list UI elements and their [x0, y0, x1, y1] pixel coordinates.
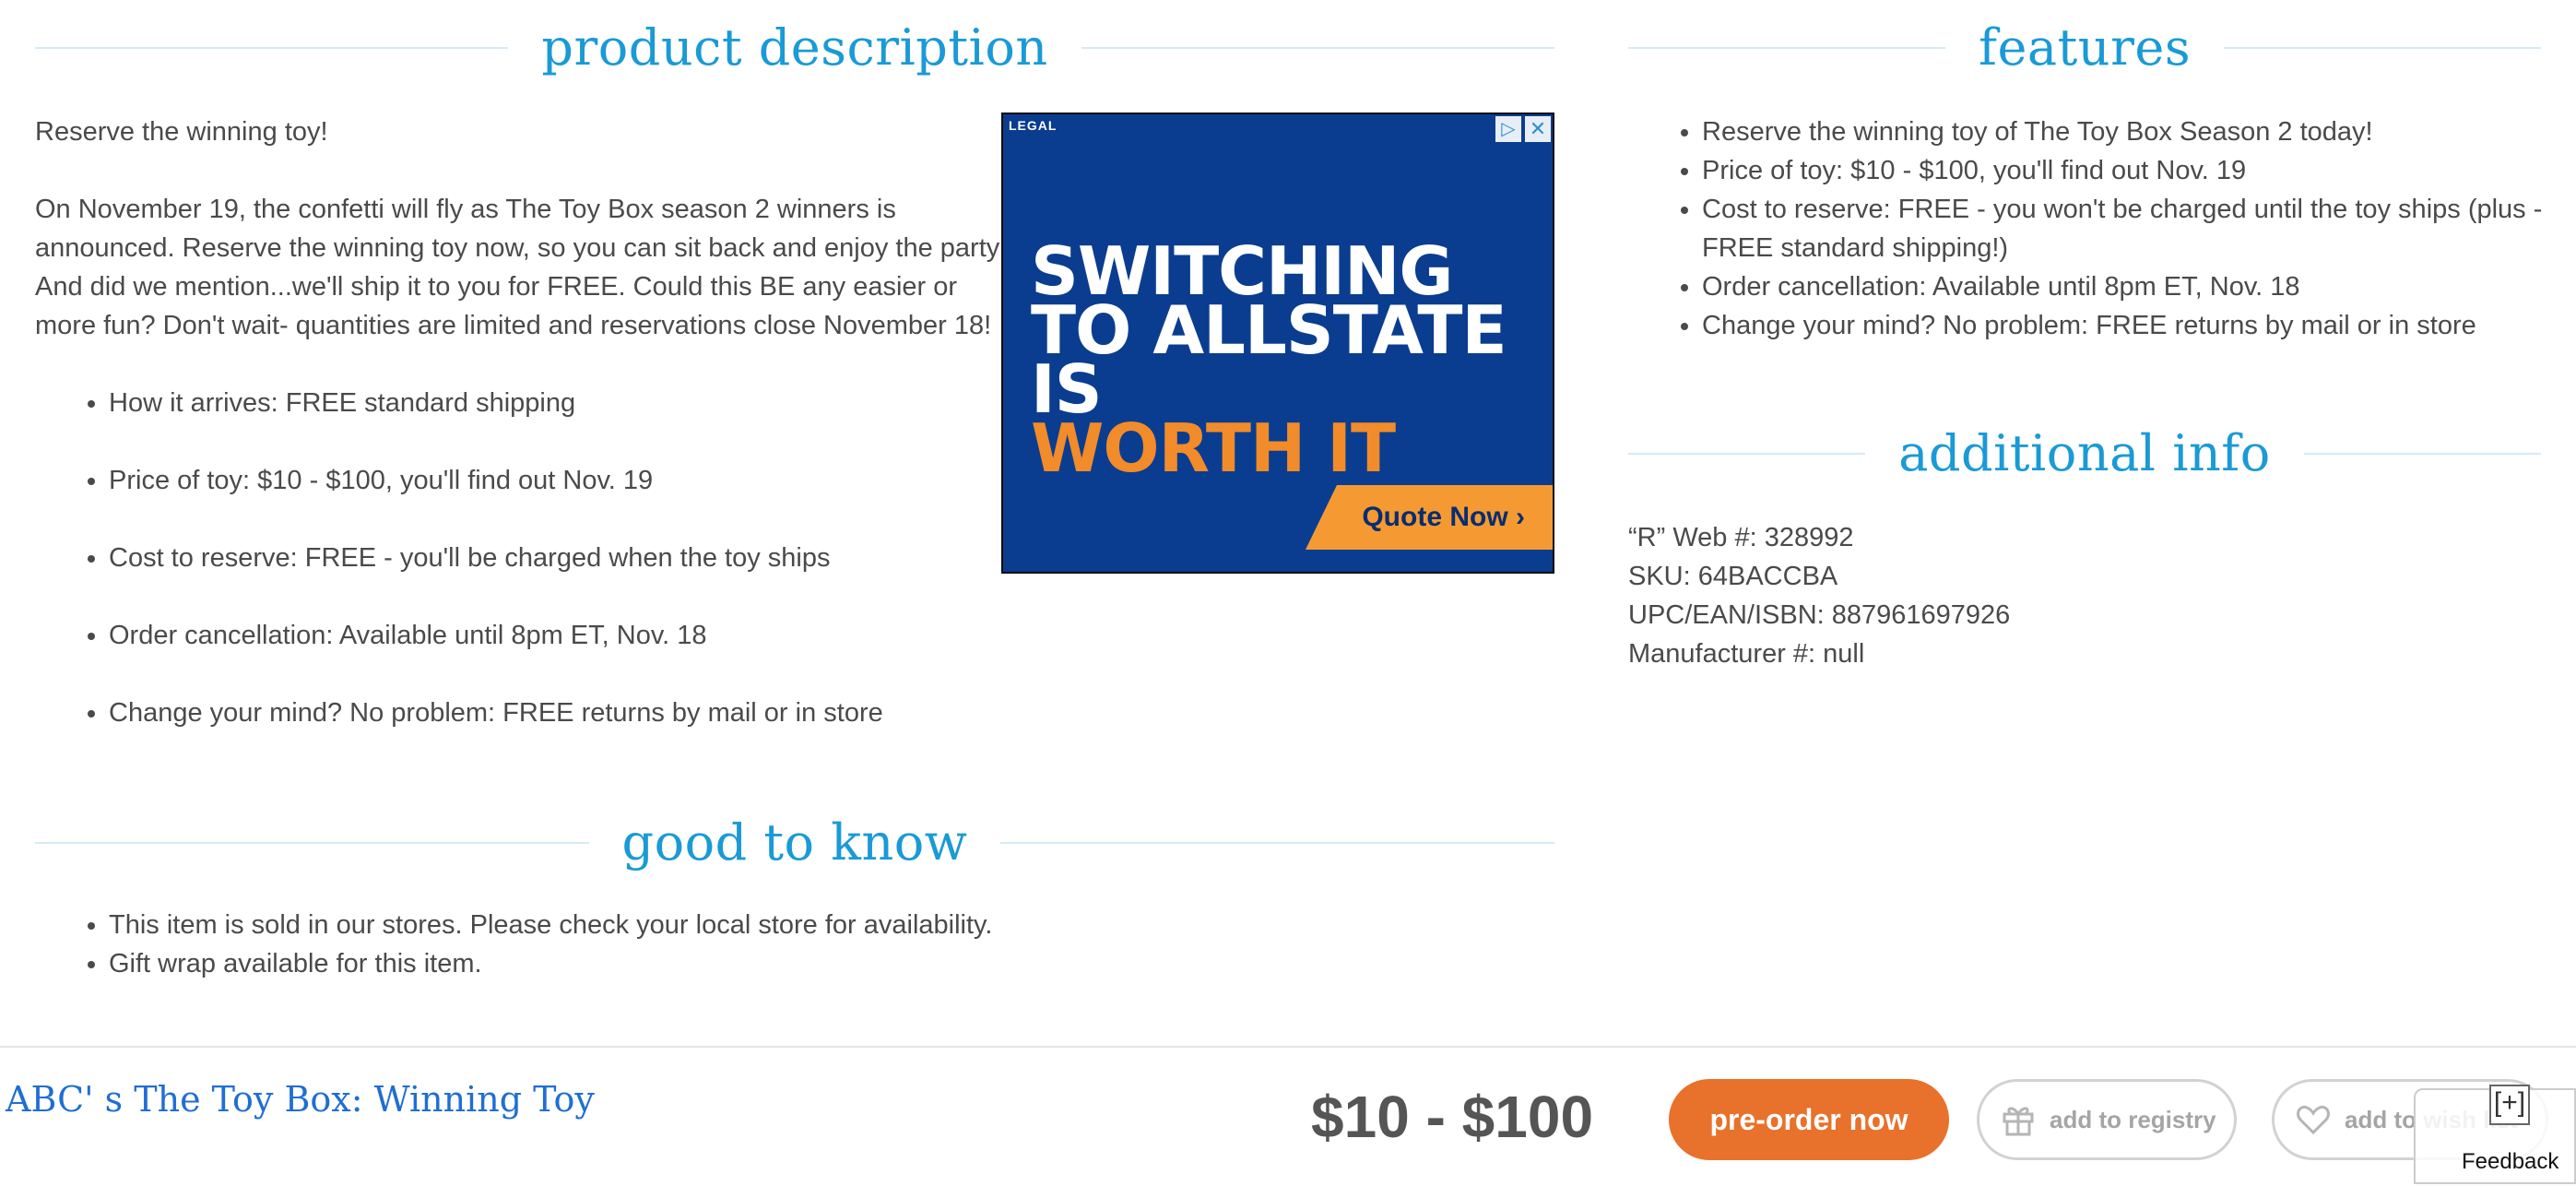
list-item: How it arrives: FREE standard shipping: [109, 384, 883, 422]
features-list: Reserve the winning toy of The Toy Box S…: [1628, 113, 2576, 345]
heading-rule-left: [1628, 452, 1866, 455]
list-item: Price of toy: $10 - $100, you'll find ou…: [109, 461, 883, 500]
heading-rule-left: [35, 841, 589, 844]
description-line: announced. Reserve the winning toy now, …: [35, 233, 1008, 263]
features-heading: features: [1628, 18, 2542, 77]
good-to-know-heading: good to know: [35, 813, 1554, 872]
ad-legal-label[interactable]: LEGAL: [1009, 118, 1057, 133]
heading-rule-left: [35, 46, 509, 49]
gift-icon: [2003, 1107, 2034, 1136]
add-to-registry-label: add to registry: [2050, 1105, 2216, 1133]
product-title[interactable]: ABC' s The Toy Box: Winning Toy: [6, 1079, 595, 1120]
list-item-line: Cost to reserve: FREE - you won't be cha…: [1702, 195, 2543, 224]
sku: SKU: 64BACCBA: [1628, 562, 1838, 591]
list-item: Gift wrap available for this item.: [109, 944, 992, 983]
quote-now-button[interactable]: Quote Now ›: [1306, 485, 1553, 550]
upc: UPC/EAN/ISBN: 887961697926: [1628, 600, 2011, 630]
adchoices-icon[interactable]: ▷: [1495, 116, 1521, 142]
price-range: $10 - $100: [1311, 1084, 1594, 1150]
add-to-registry-button[interactable]: add to registry: [1977, 1079, 2237, 1160]
list-item: Order cancellation: Available until 8pm …: [109, 616, 883, 655]
list-item: Price of toy: $10 - $100, you'll find ou…: [1702, 151, 2576, 190]
description-line: more fun? Don't wait- quantities are lim…: [35, 311, 992, 340]
list-item-line: FREE standard shipping!): [1702, 233, 2009, 263]
heading-rule-right: [2303, 452, 2542, 455]
additional-info-heading: additional info: [1628, 424, 2542, 482]
heading-rule-left: [1628, 46, 1945, 49]
features-title: features: [1978, 18, 2192, 77]
list-item: Cost to reserve: FREE - you won't be cha…: [1702, 190, 2576, 267]
list-item: Change your mind? No problem: FREE retur…: [1702, 306, 2576, 345]
heading-rule-right: [1081, 46, 1554, 49]
expand-icon[interactable]: [+]: [2489, 1085, 2530, 1125]
close-icon[interactable]: ✕: [1525, 116, 1551, 142]
heart-icon: [2297, 1105, 2330, 1135]
good-to-know-title: good to know: [621, 813, 968, 872]
web-number: “R” Web #: 328992: [1628, 523, 1854, 552]
heading-rule-right: [1000, 841, 1554, 844]
sticky-purchase-bar: ABC' s The Toy Box: Winning Toy $10 - $1…: [0, 1046, 2576, 1186]
ad-headline-accent: WORTH IT: [1031, 409, 1396, 487]
list-item: Cost to reserve: FREE - you'll be charge…: [109, 539, 883, 577]
product-description-title: product description: [541, 18, 1048, 77]
product-description-heading: product description: [35, 18, 1554, 77]
additional-info-title: additional info: [1898, 424, 2271, 482]
ad-headline: SWITCHING TO ALLSTATE IS WORTH IT: [1031, 238, 1547, 487]
manufacturer-number: Manufacturer #: null: [1628, 639, 1865, 669]
description-intro: Reserve the winning toy!: [35, 117, 328, 147]
pre-order-button[interactable]: pre-order now: [1669, 1079, 1949, 1160]
description-line: And did we mention...we'll ship it to yo…: [35, 272, 958, 302]
good-to-know-list: This item is sold in our stores. Please …: [35, 906, 992, 983]
description-body: On November 19, the confetti will fly as…: [35, 190, 1007, 345]
ad-headline-line: TO ALLSTATE IS: [1031, 291, 1507, 428]
feedback-label: Feedback: [2462, 1149, 2559, 1174]
description-line: On November 19, the confetti will fly as…: [35, 195, 896, 224]
allstate-ad[interactable]: LEGAL ▷ ✕ SWITCHING TO ALLSTATE IS WORTH…: [1001, 113, 1554, 574]
heading-rule-right: [2224, 46, 2542, 49]
list-item: Order cancellation: Available until 8pm …: [1702, 267, 2576, 306]
description-bullet-list: How it arrives: FREE standard shipping P…: [35, 384, 883, 771]
list-item: Reserve the winning toy of The Toy Box S…: [1702, 113, 2576, 151]
list-item: This item is sold in our stores. Please …: [109, 906, 992, 944]
list-item: Change your mind? No problem: FREE retur…: [109, 694, 883, 732]
